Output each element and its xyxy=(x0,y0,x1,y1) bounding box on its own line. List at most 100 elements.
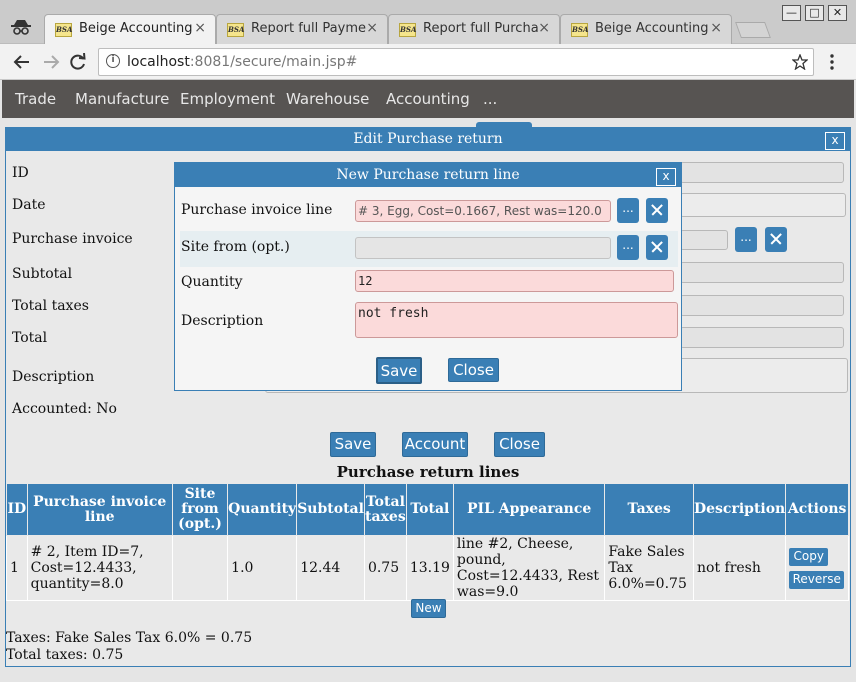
column-header: Quantity xyxy=(227,483,298,536)
info-icon[interactable]: i xyxy=(106,54,120,68)
table-header-row: ID Purchase invoice line Site from (opt.… xyxy=(6,483,849,536)
tab-label: Beige Accounting xyxy=(79,21,193,36)
maximize-icon[interactable]: □ xyxy=(805,5,824,21)
bsa-favicon-icon: BSA xyxy=(399,23,416,37)
description-input[interactable]: not fresh xyxy=(355,302,678,338)
browser-titlebar: BSA Beige Accounting × BSA Report full P… xyxy=(0,0,856,45)
browser-menu-icon[interactable] xyxy=(829,54,835,70)
cell-actions: Copy Reverse xyxy=(785,535,849,601)
back-arrow-icon[interactable] xyxy=(13,54,31,70)
quantity-input[interactable]: 12 xyxy=(355,270,674,292)
menu-trade[interactable]: Trade xyxy=(15,90,56,108)
tab-close-icon[interactable]: × xyxy=(710,20,722,36)
lines-section-title: Purchase return lines xyxy=(336,463,520,481)
url-host: localhost xyxy=(127,54,190,70)
menu-warehouse[interactable]: Warehouse xyxy=(286,90,369,108)
cell-subtotal: 12.44 xyxy=(296,535,365,601)
dialog-close-button[interactable]: x xyxy=(825,132,845,150)
cell-description: not fresh xyxy=(692,535,787,601)
total-taxes-summary: Total taxes: 0.75 xyxy=(6,647,124,663)
description-label: Description xyxy=(12,369,95,385)
column-header: Description xyxy=(692,483,787,536)
quantity-label: Quantity xyxy=(181,274,243,290)
tab-close-icon[interactable]: × xyxy=(194,20,206,36)
account-button[interactable]: Account xyxy=(402,432,468,457)
site-from-input[interactable] xyxy=(355,237,611,259)
close-button[interactable]: Close xyxy=(494,432,545,457)
column-header: Total taxes xyxy=(363,483,407,536)
cell-quantity: 1.0 xyxy=(227,535,298,601)
menu-more[interactable]: ... xyxy=(483,90,497,108)
total-field xyxy=(680,327,844,348)
minimize-icon[interactable]: — xyxy=(782,5,801,21)
modal-close-button[interactable]: x xyxy=(656,168,676,186)
reload-icon[interactable] xyxy=(69,53,87,71)
column-header: ID xyxy=(6,483,28,536)
purchase-return-lines-table: ID Purchase invoice line Site from (opt.… xyxy=(6,483,849,601)
bsa-favicon-icon: BSA xyxy=(55,23,72,37)
url-path: :8081/secure/main.jsp# xyxy=(189,54,358,70)
site-from-browse-button[interactable]: ... xyxy=(617,235,639,260)
cell-pil-appearance: line #2, Cheese, pound, Cost=12.4433, Re… xyxy=(452,535,606,601)
bookmark-star-icon[interactable] xyxy=(792,54,808,70)
menu-employment[interactable]: Employment xyxy=(180,90,275,108)
modal-save-button[interactable]: Save xyxy=(376,357,422,384)
column-header: Taxes xyxy=(604,483,694,536)
accounted-status: Accounted: No xyxy=(12,401,117,417)
taxes-summary: Taxes: Fake Sales Tax 6.0% = 0.75 xyxy=(6,630,253,646)
new-line-button[interactable]: New xyxy=(411,599,446,618)
purchase-invoice-browse-button[interactable]: ... xyxy=(735,227,757,252)
invoice-line-browse-button[interactable]: ... xyxy=(617,198,639,223)
column-header: Subtotal xyxy=(296,483,365,536)
reverse-line-button[interactable]: Reverse xyxy=(789,570,845,589)
tab-close-icon[interactable]: × xyxy=(366,20,378,36)
modal-title: New Purchase return line xyxy=(175,163,681,187)
tab-label: Report full Payme xyxy=(251,21,366,36)
site-from-label: Site from (opt.) xyxy=(181,239,290,255)
bsa-favicon-icon: BSA xyxy=(227,23,244,37)
cell-total-taxes: 0.75 xyxy=(363,535,407,601)
bsa-favicon-icon: BSA xyxy=(571,23,588,37)
purchase-invoice-clear-button[interactable] xyxy=(765,227,787,252)
date-label: Date xyxy=(12,197,46,213)
copy-line-button[interactable]: Copy xyxy=(789,547,829,566)
total-taxes-field xyxy=(680,295,844,316)
invoice-line-clear-button[interactable] xyxy=(646,198,668,223)
tab-label: Report full Purcha xyxy=(423,21,539,36)
column-header: Site from (opt.) xyxy=(171,483,229,536)
new-tab-button[interactable] xyxy=(735,22,771,38)
menu-accounting[interactable]: Accounting xyxy=(386,90,470,108)
site-from-clear-button[interactable] xyxy=(646,235,668,260)
date-field[interactable] xyxy=(680,193,846,217)
tab-close-icon[interactable]: × xyxy=(538,20,550,36)
forward-arrow-icon[interactable] xyxy=(42,54,60,70)
total-taxes-label: Total taxes xyxy=(12,298,89,314)
id-label: ID xyxy=(12,165,29,181)
id-field xyxy=(680,162,844,183)
total-label: Total xyxy=(12,330,48,346)
column-header: PIL Appearance xyxy=(452,483,606,536)
column-header: Actions xyxy=(785,483,849,536)
purchase-invoice-field xyxy=(680,230,728,250)
incognito-icon xyxy=(11,20,31,35)
cell-total: 13.19 xyxy=(405,535,454,601)
browser-tab-active[interactable]: BSA Beige Accounting × xyxy=(44,14,216,45)
invoice-line-input[interactable]: # 3, Egg, Cost=0.1667, Rest was=120.0 xyxy=(355,200,611,222)
purchase-invoice-label: Purchase invoice xyxy=(12,231,133,247)
tab-label: Beige Accounting xyxy=(595,21,709,36)
column-header: Purchase invoice line xyxy=(26,483,173,536)
cell-taxes: Fake Sales Tax 6.0%=0.75 xyxy=(604,535,694,601)
description-label: Description xyxy=(181,313,264,329)
cell-invoice-line: # 2, Item ID=7, Cost=12.4433, quantity=8… xyxy=(26,535,173,601)
menu-manufacture[interactable]: Manufacture xyxy=(75,90,169,108)
save-button[interactable]: Save xyxy=(330,432,376,457)
window-close-icon[interactable]: ✕ xyxy=(828,5,847,21)
subtotal-label: Subtotal xyxy=(12,266,73,282)
address-bar[interactable]: i localhost:8081/secure/main.jsp# xyxy=(98,48,814,76)
browser-tab[interactable]: BSA Report full Purcha × xyxy=(388,14,560,44)
column-header: Total xyxy=(405,483,454,536)
modal-close-action-button[interactable]: Close xyxy=(448,358,499,382)
browser-tab[interactable]: BSA Report full Payme × xyxy=(216,14,388,44)
browser-tab[interactable]: BSA Beige Accounting × xyxy=(560,14,732,44)
cell-site-from xyxy=(171,535,229,601)
